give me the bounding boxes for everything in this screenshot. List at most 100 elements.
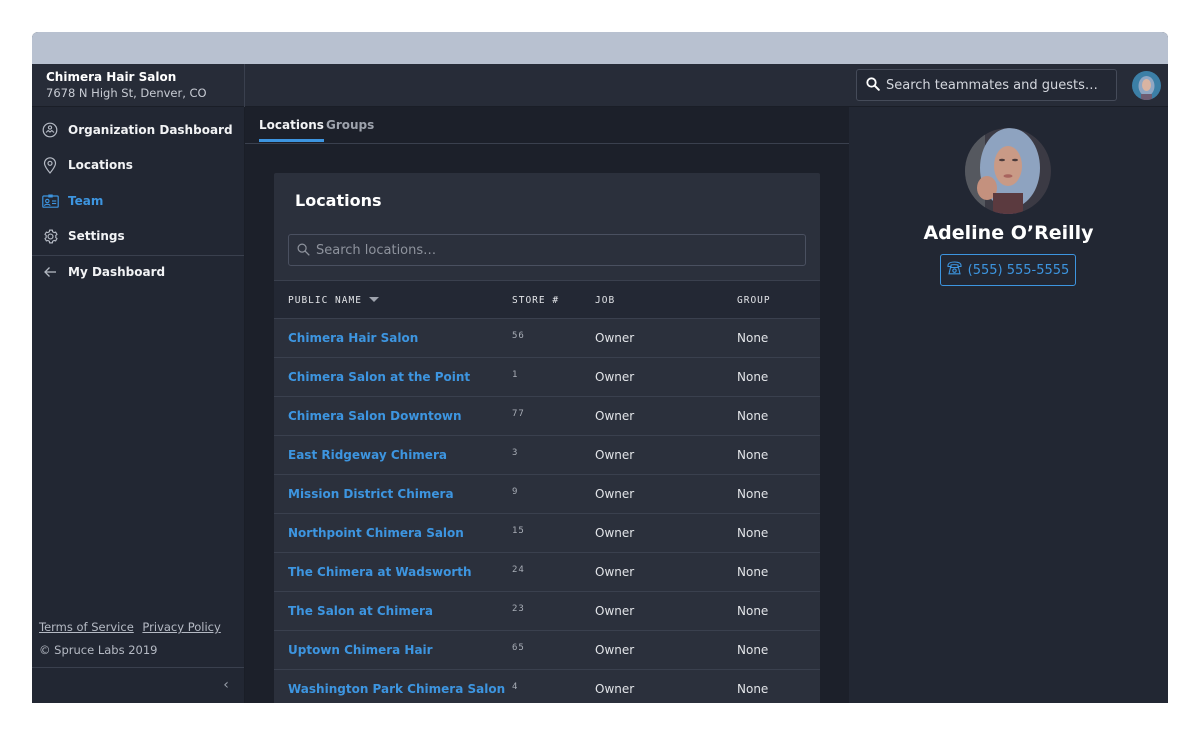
location-name-link[interactable]: Northpoint Chimera Salon [288,526,464,540]
job-title: Owner [595,409,635,423]
table-row[interactable]: Chimera Salon at the Point 1 Owner None [274,358,820,397]
table-row[interactable]: The Chimera at Wadsworth 24 Owner None [274,553,820,592]
sort-descending-icon [368,297,379,302]
privacy-policy-link[interactable]: Privacy Policy [142,620,220,634]
job-title: Owner [595,331,635,345]
table-row[interactable]: Mission District Chimera 9 Owner None [274,475,820,514]
locations-search-input[interactable] [316,242,796,258]
table-row[interactable]: Uptown Chimera Hair 65 Owner None [274,631,820,670]
profile-avatar [965,128,1051,214]
job-title: Owner [595,487,635,501]
profile-name: Adeline O’Reilly [923,222,1094,244]
store-number: 1 [512,370,519,380]
table-body: Chimera Hair Salon 56 Owner None Chimera Sal… [274,319,820,703]
main-content: Locations Groups Locations PUBLIC NAME S… [245,107,849,703]
table-row[interactable]: The Salon at Chimera 23 Owner None [274,592,820,631]
group-name: None [737,331,769,345]
store-number: 56 [512,331,525,341]
map-pin-icon [41,156,59,174]
table-row[interactable]: East Ridgeway Chimera 3 Owner None [274,436,820,475]
global-search-input[interactable] [886,77,1116,93]
store-number: 15 [512,526,525,536]
gear-icon [41,227,59,245]
table-row[interactable]: Washington Park Chimera Salon 4 Owner None [274,670,820,703]
job-title: Owner [595,643,635,657]
group-name: None [737,370,769,384]
copyright-text: © Spruce Labs 2019 [39,643,158,657]
top-header: Chimera Hair Salon 7678 N High St, Denve… [32,64,1168,107]
group-name: None [737,643,769,657]
location-name-link[interactable]: Uptown Chimera Hair [288,643,433,657]
group-name: None [737,682,769,696]
collapse-sidebar-button[interactable]: ‹ [216,675,236,695]
tab-groups[interactable]: Groups [326,118,374,142]
location-name-link[interactable]: Mission District Chimera [288,487,454,501]
phone-number: (555) 555-5555 [967,262,1070,278]
sidebar-item-label: Settings [68,229,125,243]
sidebar-item-label: My Dashboard [68,265,166,279]
job-title: Owner [595,448,635,462]
column-header-group[interactable]: GROUP [737,295,771,306]
chevron-left-icon: ‹ [223,677,229,693]
sidebar-item-my-dashboard[interactable]: My Dashboard [32,255,244,289]
sidebar-item-settings[interactable]: Settings [32,219,244,253]
group-name: None [737,487,769,501]
location-name-link[interactable]: East Ridgeway Chimera [288,448,447,462]
column-header-job[interactable]: JOB [595,295,615,306]
search-icon [297,241,310,260]
location-name-link[interactable]: Chimera Salon Downtown [288,409,462,423]
profile-panel: Adeline O’Reilly (555) 555-5555 [849,107,1168,703]
store-number: 4 [512,682,519,692]
table-row[interactable]: Chimera Salon Downtown 77 Owner None [274,397,820,436]
column-header-public-name[interactable]: PUBLIC NAME [288,295,379,306]
group-name: None [737,448,769,462]
org-info[interactable]: Chimera Hair Salon 7678 N High St, Denve… [32,64,245,107]
id-card-icon [41,192,59,210]
card-title: Locations [295,191,382,210]
location-name-link[interactable]: The Chimera at Wadsworth [288,565,472,579]
column-label: PUBLIC NAME [288,295,362,306]
app-window: Chimera Hair Salon 7678 N High St, Denve… [32,32,1168,703]
footer-links: Terms of Service Privacy Policy [39,620,226,634]
job-title: Owner [595,370,635,384]
store-number: 9 [512,487,519,497]
terms-of-service-link[interactable]: Terms of Service [39,620,134,634]
store-number: 77 [512,409,525,419]
table-row[interactable]: Chimera Hair Salon 56 Owner None [274,319,820,358]
phone-button[interactable]: (555) 555-5555 [940,254,1076,286]
store-number: 65 [512,643,525,653]
location-name-link[interactable]: Chimera Hair Salon [288,331,418,345]
job-title: Owner [595,565,635,579]
sidebar-item-locations[interactable]: Locations [32,148,244,182]
store-number: 24 [512,565,525,575]
sidebar-item-organization-dashboard[interactable]: Organization Dashboard [32,113,244,147]
dashboard-gauge-icon [41,121,59,139]
sidebar-item-label: Team [68,194,104,208]
sidebar-bottom-divider [32,667,244,668]
location-name-link[interactable]: Washington Park Chimera Salon [288,682,505,696]
sidebar: Organization Dashboard Locations Team Se… [32,107,245,703]
column-header-store[interactable]: STORE # [512,295,559,306]
group-name: None [737,409,769,423]
group-name: None [737,604,769,618]
table-header: PUBLIC NAME STORE # JOB GROUP [274,280,820,319]
sidebar-item-label: Organization Dashboard [68,123,233,137]
job-title: Owner [595,604,635,618]
group-name: None [737,565,769,579]
location-name-link[interactable]: The Salon at Chimera [288,604,433,618]
store-number: 3 [512,448,519,458]
phone-icon [947,261,962,279]
sidebar-item-team[interactable]: Team [32,184,244,218]
table-row[interactable]: Northpoint Chimera Salon 15 Owner None [274,514,820,553]
location-name-link[interactable]: Chimera Salon at the Point [288,370,470,384]
locations-card: Locations PUBLIC NAME STORE # JOB GROUP … [274,173,820,703]
locations-search[interactable] [288,234,806,266]
search-icon [866,76,880,95]
tab-locations[interactable]: Locations [259,118,324,142]
user-avatar[interactable] [1132,71,1161,100]
tab-bar: Locations Groups [245,107,849,144]
arrow-left-icon [41,263,59,281]
global-search[interactable] [856,69,1117,101]
store-number: 23 [512,604,525,614]
job-title: Owner [595,682,635,696]
